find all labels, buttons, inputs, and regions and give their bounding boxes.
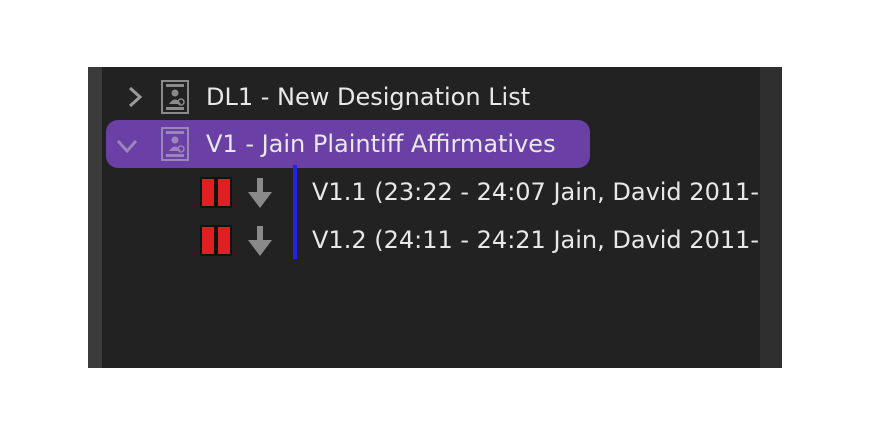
tree-item-dl1[interactable]: DL1 - New Designation List <box>106 75 756 119</box>
red-flag-icon <box>200 177 232 208</box>
tree-child-label: V1.1 (23:22 - 24:07 Jain, David 2011- <box>312 178 760 206</box>
tree-child-v1-2[interactable]: V1.2 (24:11 - 24:21 Jain, David 2011- <box>200 218 760 262</box>
chevron-right-icon[interactable] <box>124 86 146 108</box>
designation-tree-panel: DL1 - New Designation List V1 - Jain Pla… <box>88 67 782 368</box>
tree-item-v1[interactable]: V1 - Jain Plaintiff Affirmatives <box>106 120 590 168</box>
tree-child-v1-1[interactable]: V1.1 (23:22 - 24:07 Jain, David 2011- <box>200 170 760 214</box>
download-arrow-icon[interactable] <box>248 178 272 208</box>
red-flag-icon <box>200 225 232 256</box>
document-user-icon <box>161 80 189 114</box>
tree-item-label: V1 - Jain Plaintiff Affirmatives <box>206 130 556 158</box>
vertical-scrollbar[interactable] <box>760 67 782 368</box>
document-user-icon <box>161 127 189 161</box>
download-arrow-icon[interactable] <box>248 226 272 256</box>
tree-item-label: DL1 - New Designation List <box>206 83 531 111</box>
panel-left-border <box>88 67 102 368</box>
tree-child-label: V1.2 (24:11 - 24:21 Jain, David 2011- <box>312 226 760 254</box>
chevron-down-icon[interactable] <box>116 135 138 157</box>
